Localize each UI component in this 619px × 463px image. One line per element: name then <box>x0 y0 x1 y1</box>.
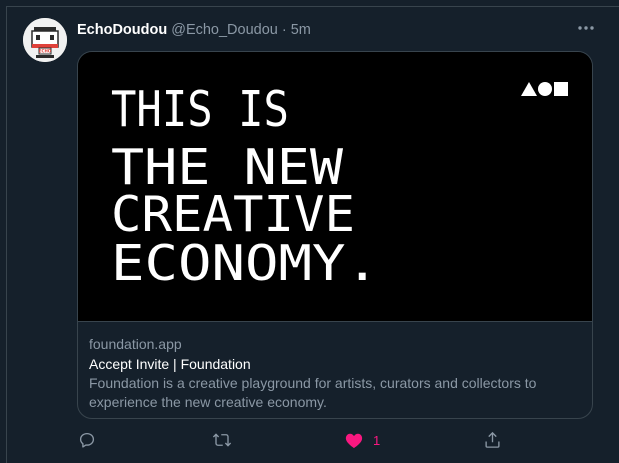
card-image[interactable]: THIS IS THE NEW CREATIVE ECONOMY. <box>78 52 592 322</box>
tweet-actions: 1 <box>0 428 619 452</box>
tweet-header: EchoDoudou @Echo_Doudou · 5m <box>77 20 311 40</box>
card-image-graphic: THIS IS THE NEW CREATIVE ECONOMY. <box>111 81 568 292</box>
tweet-timestamp[interactable]: 5m <box>291 22 311 38</box>
like-button[interactable]: 1 <box>345 428 380 452</box>
foundation-logo-icon <box>521 82 568 96</box>
share-icon <box>485 431 500 448</box>
card-text-block[interactable]: foundation.app Accept Invite | Foundatio… <box>78 322 592 412</box>
card-domain: foundation.app <box>89 336 182 352</box>
more-options-button[interactable] <box>574 16 598 40</box>
more-dots-icon <box>578 26 594 30</box>
reply-button[interactable] <box>78 428 96 452</box>
user-handle[interactable]: @Echo_Doudou <box>171 22 278 38</box>
retweet-icon <box>212 433 232 447</box>
card-title: Accept Invite | Foundation <box>89 356 251 372</box>
like-count: 1 <box>373 432 381 448</box>
avatar[interactable]: ECHO <box>23 18 67 62</box>
avatar-badge-text: ECHO <box>39 49 52 54</box>
share-button[interactable] <box>484 428 501 452</box>
link-card[interactable]: THIS IS THE NEW CREATIVE ECONOMY. founda… <box>77 51 593 419</box>
header-separator: · <box>281 22 287 38</box>
card-description: Foundation is a creative playground for … <box>89 375 537 410</box>
reply-icon <box>79 432 95 448</box>
display-name[interactable]: EchoDoudou <box>77 22 167 38</box>
retweet-button[interactable] <box>212 428 232 452</box>
avatar-image: ECHO <box>23 18 67 62</box>
headline-line-1: THIS IS <box>111 81 289 138</box>
headline-line-4: ECONOMY. <box>111 235 379 292</box>
heart-filled-icon <box>345 433 363 448</box>
